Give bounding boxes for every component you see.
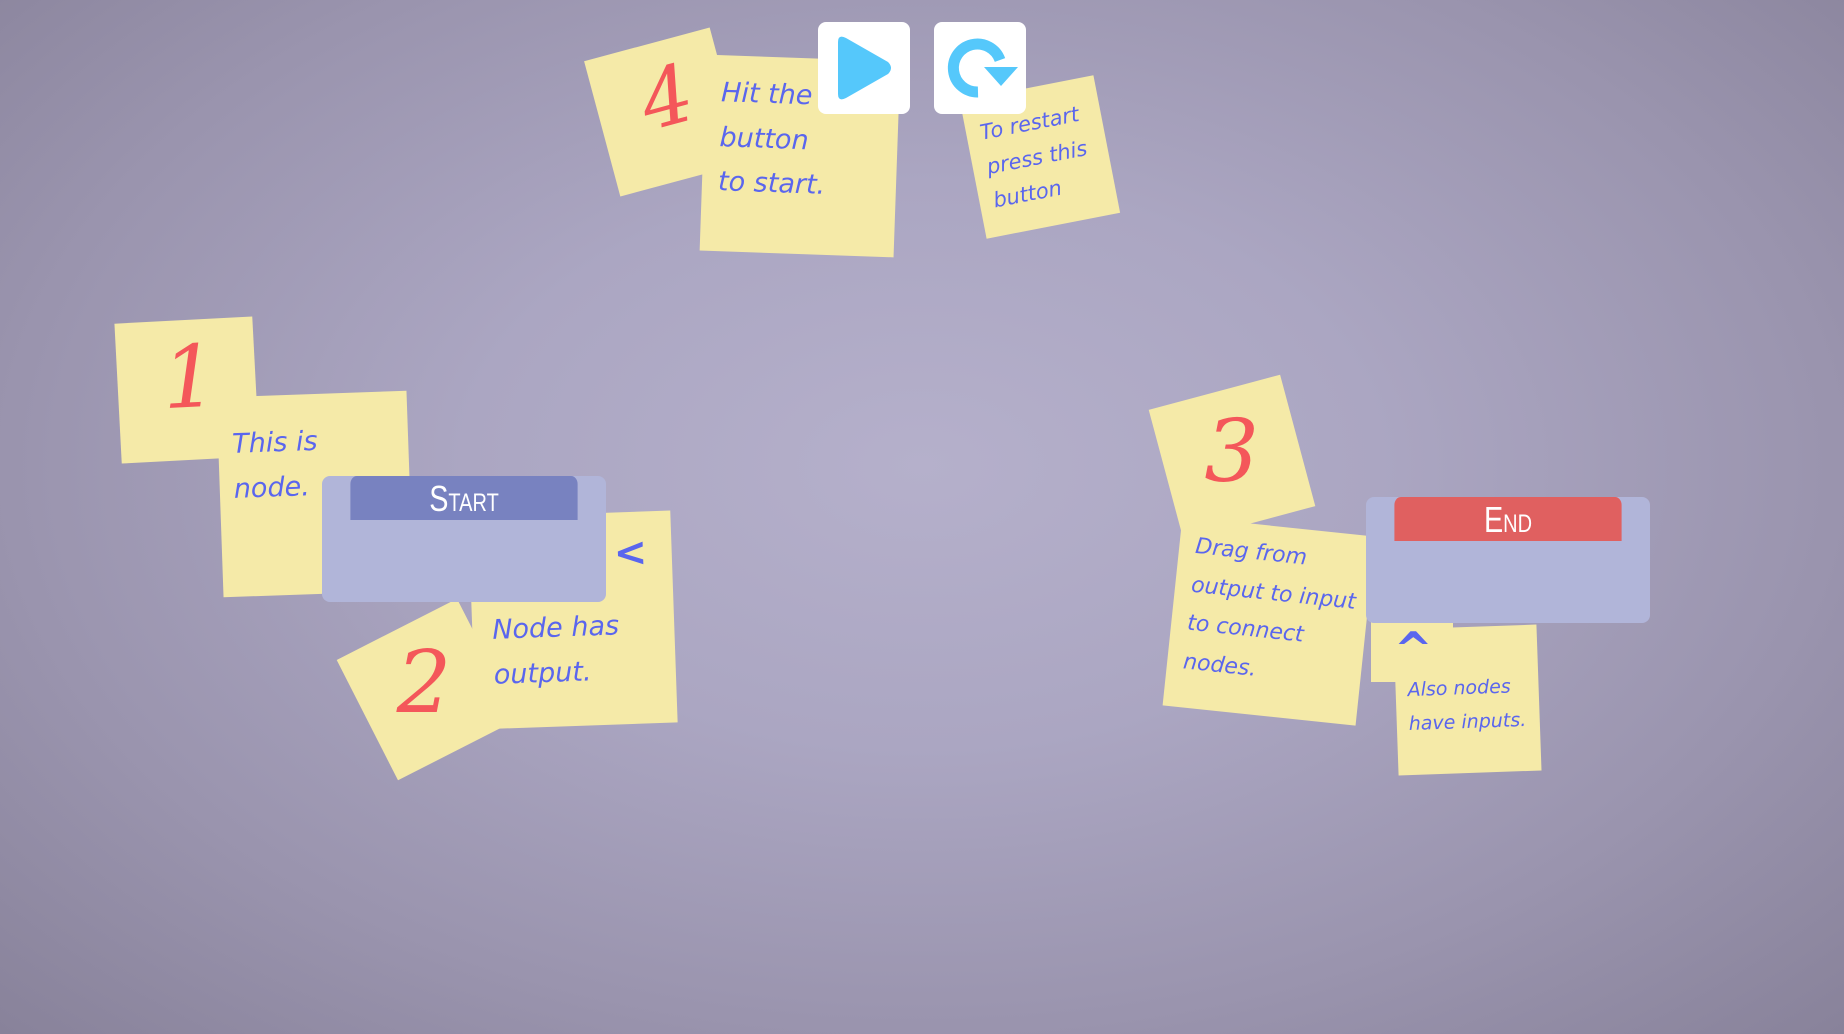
step2-text: Node has output. xyxy=(491,610,620,691)
start-node[interactable]: Start xyxy=(322,476,606,602)
step4-text: Hit the button to start. xyxy=(717,77,826,201)
restart-button[interactable] xyxy=(934,22,1026,114)
step3b-text: Also nodes have inputs. xyxy=(1407,675,1527,736)
step1-text: This is node. xyxy=(231,425,319,505)
play-icon xyxy=(838,36,891,100)
play-button[interactable] xyxy=(818,22,910,114)
output-arrow-icon: < xyxy=(612,529,649,577)
sticky-note-step3-number: 3 xyxy=(1148,374,1316,542)
end-node-title[interactable]: End xyxy=(1394,497,1622,541)
restart-icon xyxy=(947,38,1018,98)
input-arrow-icon: ^ xyxy=(1394,622,1433,676)
step3-text: Drag from output to input to connect nod… xyxy=(1182,533,1358,682)
start-node-title[interactable]: Start xyxy=(350,476,578,520)
sticky-note-step3: Drag from output to input to connect nod… xyxy=(1162,516,1376,726)
end-node[interactable]: End xyxy=(1366,497,1650,623)
